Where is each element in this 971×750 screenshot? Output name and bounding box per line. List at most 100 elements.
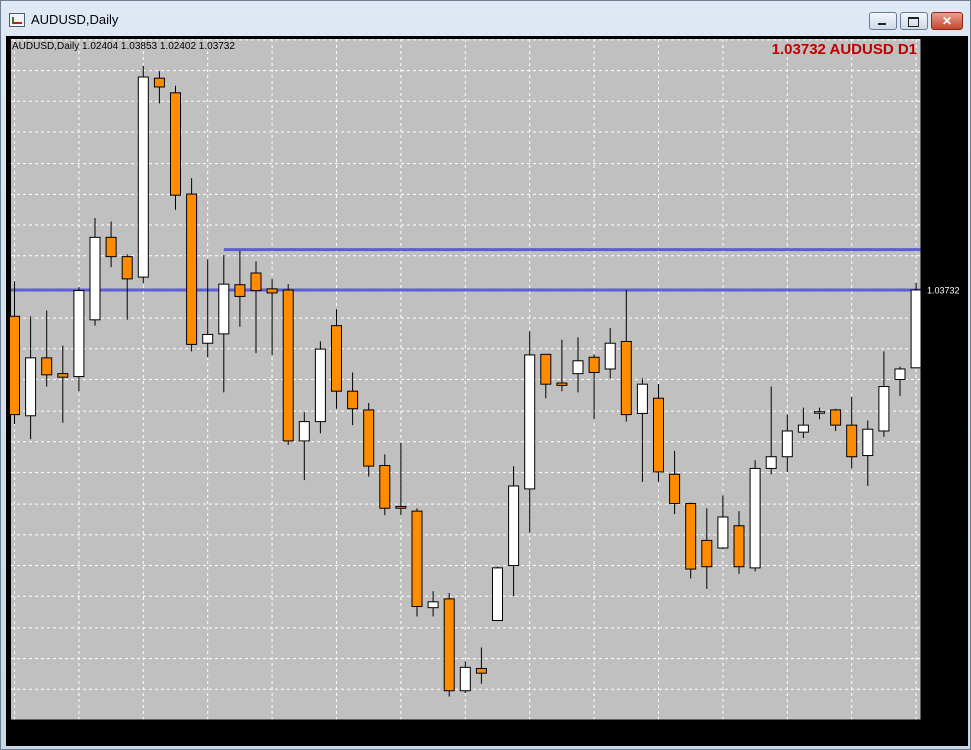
candle-body bbox=[411, 510, 423, 607]
candle-body bbox=[910, 289, 922, 369]
chart-window-icon bbox=[9, 13, 25, 27]
candle-body bbox=[266, 288, 278, 294]
bear-candle bbox=[186, 178, 198, 352]
candle-body bbox=[492, 567, 503, 622]
candle-body bbox=[121, 256, 133, 280]
title-bar[interactable]: AUDUSD,Daily ✕ bbox=[1, 1, 970, 35]
bull-candle bbox=[314, 341, 326, 434]
candlestick-chart[interactable]: 1.08005 1.07480 1.06955 1.06430 1.05890 1.053… bbox=[6, 36, 968, 746]
candle-body bbox=[894, 368, 906, 381]
candle-body bbox=[653, 397, 664, 473]
candle-body bbox=[797, 424, 809, 433]
time-tick-label: 2 Nov 2011 bbox=[210, 727, 255, 737]
price-tick-label: 1.01660 bbox=[928, 407, 961, 417]
chart-window: AUDUSD,Daily ✕ 1.08005 1.07480 1.06955 1.06… bbox=[0, 0, 971, 750]
candle-body bbox=[41, 357, 53, 376]
candle-body bbox=[363, 409, 375, 467]
candle-body bbox=[25, 357, 37, 417]
candle-body bbox=[347, 390, 359, 410]
symbol-watermark: 1.03732 AUDUSD D1 bbox=[772, 41, 917, 58]
price-tick-label: 1.05890 bbox=[928, 159, 961, 169]
time-tick-label: 8 Nov 2011 bbox=[274, 727, 319, 737]
maximize-button[interactable] bbox=[900, 12, 928, 30]
candle-body bbox=[314, 348, 326, 423]
candle-body bbox=[540, 353, 552, 385]
price-tick-label: 0.99020 bbox=[928, 561, 961, 571]
price-tick-label: 0.96380 bbox=[928, 716, 961, 726]
time-tick-label: 24 Nov 2011 bbox=[467, 727, 517, 737]
candle-body bbox=[331, 325, 342, 392]
candle-body bbox=[685, 503, 697, 570]
price-tick-label: 0.99545 bbox=[928, 530, 961, 540]
price-tick-label: 1.02725 bbox=[928, 344, 961, 354]
time-tick-label: 6 Dec 2011 bbox=[596, 727, 641, 737]
maximize-icon bbox=[908, 17, 919, 27]
time-tick-label: 17 Oct 2011 bbox=[17, 727, 65, 737]
candle-body bbox=[636, 383, 648, 414]
candle-body bbox=[814, 411, 825, 414]
price-tick-label: 1.06430 bbox=[928, 128, 961, 138]
candle-body bbox=[508, 485, 520, 567]
candle-body bbox=[218, 283, 230, 335]
candle-body bbox=[395, 505, 407, 509]
close-icon: ✕ bbox=[941, 14, 953, 28]
chart-area[interactable]: 1.08005 1.07480 1.06955 1.06430 1.05890 1.053… bbox=[6, 36, 968, 746]
minimize-icon bbox=[878, 23, 886, 25]
candle-body bbox=[781, 430, 793, 458]
time-tick-label: 30 Nov 2011 bbox=[532, 727, 582, 737]
candle-body bbox=[862, 428, 874, 457]
price-tick-label: 1.00610 bbox=[928, 468, 961, 478]
candle-body bbox=[250, 272, 262, 292]
bear-candle bbox=[685, 502, 697, 579]
candle-body bbox=[733, 525, 745, 568]
time-tick-label: 18 Nov 2011 bbox=[403, 727, 453, 737]
candle-body bbox=[604, 342, 616, 370]
bull-candle bbox=[910, 282, 922, 369]
candle-body bbox=[669, 473, 681, 505]
candle-body bbox=[379, 465, 391, 509]
price-tick-label: 0.97430 bbox=[928, 654, 961, 664]
candle-body bbox=[717, 516, 729, 549]
candle-body bbox=[749, 467, 761, 569]
close-button[interactable]: ✕ bbox=[931, 12, 963, 30]
candle-body bbox=[137, 76, 149, 278]
candle-body bbox=[524, 354, 536, 490]
minimize-button[interactable] bbox=[869, 12, 897, 30]
price-tick-label: 1.04315 bbox=[928, 251, 961, 261]
bear-candle bbox=[411, 508, 423, 617]
candle-body bbox=[556, 382, 568, 386]
price-tick-label: 1.05365 bbox=[928, 190, 961, 200]
candle-body bbox=[620, 340, 632, 416]
price-tick-label: 0.97955 bbox=[928, 623, 961, 633]
bear-candle bbox=[282, 284, 294, 446]
candle-body bbox=[878, 386, 890, 432]
candle-body bbox=[105, 236, 117, 258]
bull-candle bbox=[749, 460, 761, 572]
candle-body bbox=[89, 236, 101, 321]
bear-candle bbox=[443, 593, 455, 697]
candle-body bbox=[443, 598, 455, 692]
window-title: AUDUSD,Daily bbox=[31, 12, 119, 27]
time-tick-label: 21 Oct 2011 bbox=[81, 727, 129, 737]
time-tick-label: 12 Dec 2011 bbox=[661, 727, 711, 737]
candle-body bbox=[459, 666, 471, 692]
price-tick-label: 1.06955 bbox=[928, 97, 961, 107]
candle-body bbox=[153, 77, 165, 88]
price-tick-label: 1.04840 bbox=[928, 221, 961, 231]
time-axis: 17 Oct 2011 21 Oct 2011 27 Oct 2011 2 Nov 2… bbox=[11, 719, 963, 737]
price-tick-label: 1.07480 bbox=[928, 66, 961, 76]
time-tick-label: 16 Dec 2011 bbox=[725, 727, 775, 737]
candle-body bbox=[170, 92, 181, 196]
price-tick-label: 1.00070 bbox=[928, 500, 961, 510]
candle-body bbox=[186, 193, 198, 345]
time-tick-label: 27 Oct 2011 bbox=[145, 727, 193, 737]
time-tick-label: 3 Jan 2012 bbox=[918, 727, 963, 737]
candle-body bbox=[298, 421, 310, 442]
bear-candle bbox=[653, 384, 664, 482]
price-axis: 1.08005 1.07480 1.06955 1.06430 1.05890 1.053… bbox=[920, 36, 965, 726]
price-tick-label: 1.01135 bbox=[928, 437, 960, 447]
candle-body bbox=[765, 456, 777, 469]
candle-body bbox=[57, 373, 69, 378]
bear-candle bbox=[170, 85, 181, 210]
symbol-info: AUDUSD,Daily 1.02404 1.03853 1.02402 1.0… bbox=[12, 41, 235, 52]
